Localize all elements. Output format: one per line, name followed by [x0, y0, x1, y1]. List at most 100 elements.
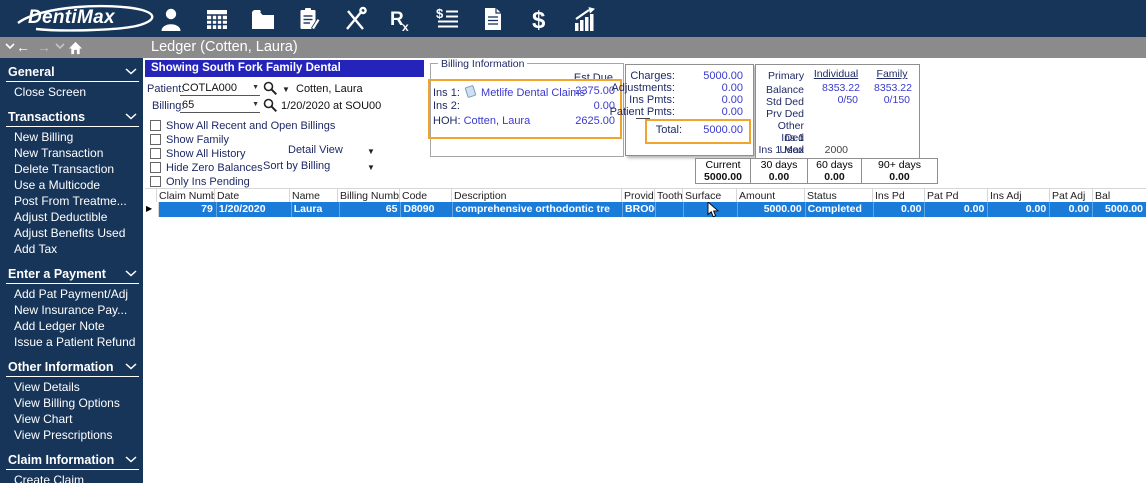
chevron-down-icon [125, 363, 137, 370]
dropdown-arrow-icon[interactable]: ▼ [282, 85, 290, 94]
chevron-down-icon [125, 68, 137, 75]
sidebar-item-use-a-multicode[interactable]: Use a Multicode [0, 177, 143, 193]
sidebar-item-new-insurance-pay[interactable]: New Insurance Pay... [0, 302, 143, 318]
svg-text:$: $ [532, 7, 546, 32]
col-header-date[interactable]: Date [215, 189, 290, 203]
sidebar-item-create-claim[interactable]: Create Claim [0, 472, 143, 487]
dropdown-arrow-icon[interactable]: ▼ [367, 147, 375, 156]
sidebar-item-close-screen[interactable]: Close Screen [0, 84, 143, 100]
aging-30-days-box: 30 days 0.00 [750, 158, 808, 184]
dropdown-arrow-icon[interactable]: ▼ [367, 163, 375, 172]
sidebar-section-transactions[interactable]: Transactions [6, 109, 139, 127]
svg-text:x: x [402, 20, 409, 32]
col-header-bal[interactable]: Bal [1093, 189, 1146, 203]
ins-pmts-label: Ins Pmts: [629, 94, 675, 106]
sidebar-item-add-ledger-note[interactable]: Add Ledger Note [0, 318, 143, 334]
individual-column-header: Individual [813, 68, 859, 80]
total-value: 5000.00 [703, 124, 743, 136]
primary-label: Primary [768, 70, 805, 82]
billing-combobox[interactable]: 65 ▼ [180, 99, 260, 113]
charges-label: Charges: [630, 70, 675, 82]
col-header-claim-number[interactable]: Claim Number [157, 189, 215, 203]
aging-label: 90+ days [878, 159, 921, 171]
hoh-label: HOH: [433, 115, 461, 127]
tools-icon[interactable] [342, 6, 368, 32]
patient-combobox[interactable]: COTLA000 ▼ [180, 82, 260, 96]
navigation-bar: ← → Ledger (Cotten, Laura) [0, 37, 1146, 58]
checkbox-hide-zero-balances[interactable] [150, 162, 161, 173]
sidebar-item-post-from-treatment[interactable]: Post From Treatme... [0, 193, 143, 209]
combo-arrow-icon[interactable]: ▼ [252, 84, 259, 91]
sidebar-section-claim-information[interactable]: Claim Information [6, 452, 139, 470]
cell-claim-number: 79 [158, 202, 217, 217]
col-header-ins-adj[interactable]: Ins Adj [988, 189, 1050, 203]
home-icon[interactable] [68, 41, 83, 55]
col-header-amount[interactable]: Amount [737, 189, 805, 203]
sidebar-item-view-billing-options[interactable]: View Billing Options [0, 395, 143, 411]
col-header-description[interactable]: Description [452, 189, 622, 203]
col-header-name[interactable]: Name [290, 189, 338, 203]
combo-arrow-icon[interactable]: ▼ [252, 101, 259, 108]
chevron-down-icon[interactable] [5, 43, 15, 50]
aging-90-plus-days-box: 90+ days 0.00 [861, 158, 938, 184]
col-header-tooth[interactable]: Tooth [655, 189, 683, 203]
aging-label: 60 days [816, 159, 853, 171]
ledger-icon[interactable]: $ [434, 6, 460, 32]
sidebar-item-new-transaction[interactable]: New Transaction [0, 145, 143, 161]
search-icon[interactable] [263, 98, 278, 113]
sidebar-item-adjust-benefits-used[interactable]: Adjust Benefits Used [0, 225, 143, 241]
aging-current-box: Current 5000.00 [695, 158, 751, 184]
clipboard-icon[interactable] [296, 6, 322, 32]
documents-folder-icon[interactable] [250, 6, 276, 32]
sidebar-item-add-pat-payment-adj[interactable]: Add Pat Payment/Adj [0, 286, 143, 302]
ins2-label: Ins 2: [433, 100, 460, 112]
checkbox-show-all-recent[interactable] [150, 120, 161, 131]
page-title: Ledger (Cotten, Laura) [151, 39, 298, 55]
back-arrow-icon[interactable]: ← [16, 39, 30, 55]
sidebar-item-delete-transaction[interactable]: Delete Transaction [0, 161, 143, 177]
ledger-table-row-selected[interactable]: ▶ 79 1/20/2020 Laura 65 D8090 comprehens… [145, 202, 1146, 217]
search-icon[interactable] [263, 81, 278, 96]
col-header-provider[interactable]: Provider [622, 189, 655, 203]
sidebar-item-add-tax[interactable]: Add Tax [0, 241, 143, 257]
checkbox-show-family[interactable] [150, 134, 161, 145]
billing-combobox-value: 65 [182, 99, 195, 111]
patient-icon[interactable] [158, 6, 184, 32]
sidebar-item-view-prescriptions[interactable]: View Prescriptions [0, 427, 143, 443]
forms-document-icon[interactable] [480, 6, 506, 32]
prescriptions-rx-icon[interactable]: Rx [388, 6, 414, 32]
sort-select-value[interactable]: Sort by Billing [263, 160, 330, 172]
sidebar-section-general[interactable]: General [6, 64, 139, 82]
col-header-pat-adj[interactable]: Pat Adj [1050, 189, 1093, 203]
col-header-billing-number[interactable]: Billing Number [338, 189, 400, 203]
sidebar-item-issue-patient-refund[interactable]: Issue a Patient Refund [0, 334, 143, 350]
col-header-pat-pd[interactable]: Pat Pd [925, 189, 988, 203]
section-label: General [8, 65, 55, 79]
checkbox-show-all-history[interactable] [150, 148, 161, 159]
sidebar-item-adjust-deductible[interactable]: Adjust Deductible [0, 209, 143, 225]
hoh-name[interactable]: Cotten, Laura [464, 115, 531, 127]
std-ded-family: 0/150 [883, 94, 910, 106]
col-header-surface[interactable]: Surface [683, 189, 737, 203]
cell-status: Completed [805, 202, 874, 217]
sidebar-section-enter-a-payment[interactable]: Enter a Payment [6, 266, 139, 284]
forward-arrow-icon[interactable]: → [37, 39, 51, 55]
chevron-down-icon[interactable] [55, 43, 65, 50]
sidebar-item-view-details[interactable]: View Details [0, 379, 143, 395]
cell-tooth [655, 202, 684, 217]
cell-date: 1/20/2020 [216, 202, 292, 217]
balance-family: 8353.22 [874, 82, 912, 94]
schedule-icon[interactable] [204, 6, 230, 32]
col-header-status[interactable]: Status [805, 189, 873, 203]
sidebar-section-other-information[interactable]: Other Information [6, 359, 139, 377]
col-header-ins-pd[interactable]: Ins Pd [873, 189, 925, 203]
col-header-code[interactable]: Code [400, 189, 452, 203]
aging-value: 0.00 [824, 171, 845, 183]
payments-dollar-icon[interactable]: $ [526, 6, 552, 32]
sidebar-item-new-billing[interactable]: New Billing [0, 129, 143, 145]
sidebar-item-view-chart[interactable]: View Chart [0, 411, 143, 427]
checkbox-only-ins-pending[interactable] [150, 176, 161, 187]
view-select-value[interactable]: Detail View [288, 144, 343, 156]
logo-text: DentiMax [28, 7, 115, 28]
reports-chart-icon[interactable] [572, 6, 598, 32]
